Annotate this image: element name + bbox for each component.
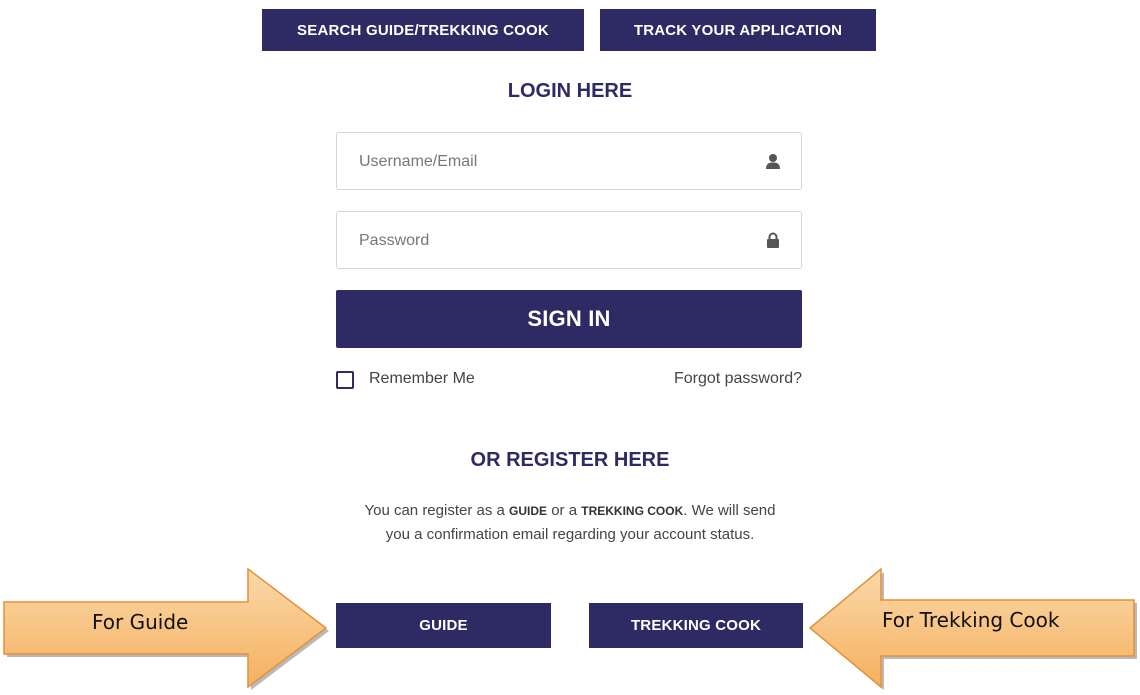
lock-icon [767, 232, 779, 248]
remember-me-label[interactable]: Remember Me [369, 370, 475, 388]
register-trekking-cook-button[interactable]: TREKKING COOK [589, 603, 803, 648]
trekking-cook-callout-arrow: For Trekking Cook [806, 568, 1140, 690]
guide-callout-arrow: For Guide [0, 568, 340, 690]
register-guide-button[interactable]: GUIDE [336, 603, 551, 648]
password-input[interactable] [357, 212, 741, 270]
register-description: You can register as a GUIDE or a TREKKIN… [360, 499, 780, 546]
track-application-button[interactable]: TRACK YOUR APPLICATION [600, 9, 876, 51]
register-desc-cook: TREKKING COOK [581, 504, 684, 518]
sign-in-button[interactable]: SIGN IN [336, 290, 802, 348]
register-desc-text-2: or a [547, 502, 582, 519]
user-icon [766, 154, 780, 169]
login-heading: LOGIN HERE [507, 80, 633, 102]
remember-me-checkbox[interactable] [336, 371, 354, 389]
trekking-cook-callout-text: For Trekking Cook [882, 608, 1060, 632]
username-input[interactable] [357, 133, 741, 191]
username-field[interactable] [336, 132, 802, 191]
guide-callout-text: For Guide [92, 610, 189, 634]
search-guide-button[interactable]: SEARCH GUIDE/TREKKING COOK [262, 9, 584, 51]
register-desc-text-1: You can register as a [364, 502, 510, 519]
register-desc-guide: GUIDE [509, 504, 548, 518]
password-field[interactable] [336, 211, 802, 270]
register-heading: OR REGISTER HERE [470, 449, 670, 471]
forgot-password-link[interactable]: Forgot password? [674, 370, 802, 388]
